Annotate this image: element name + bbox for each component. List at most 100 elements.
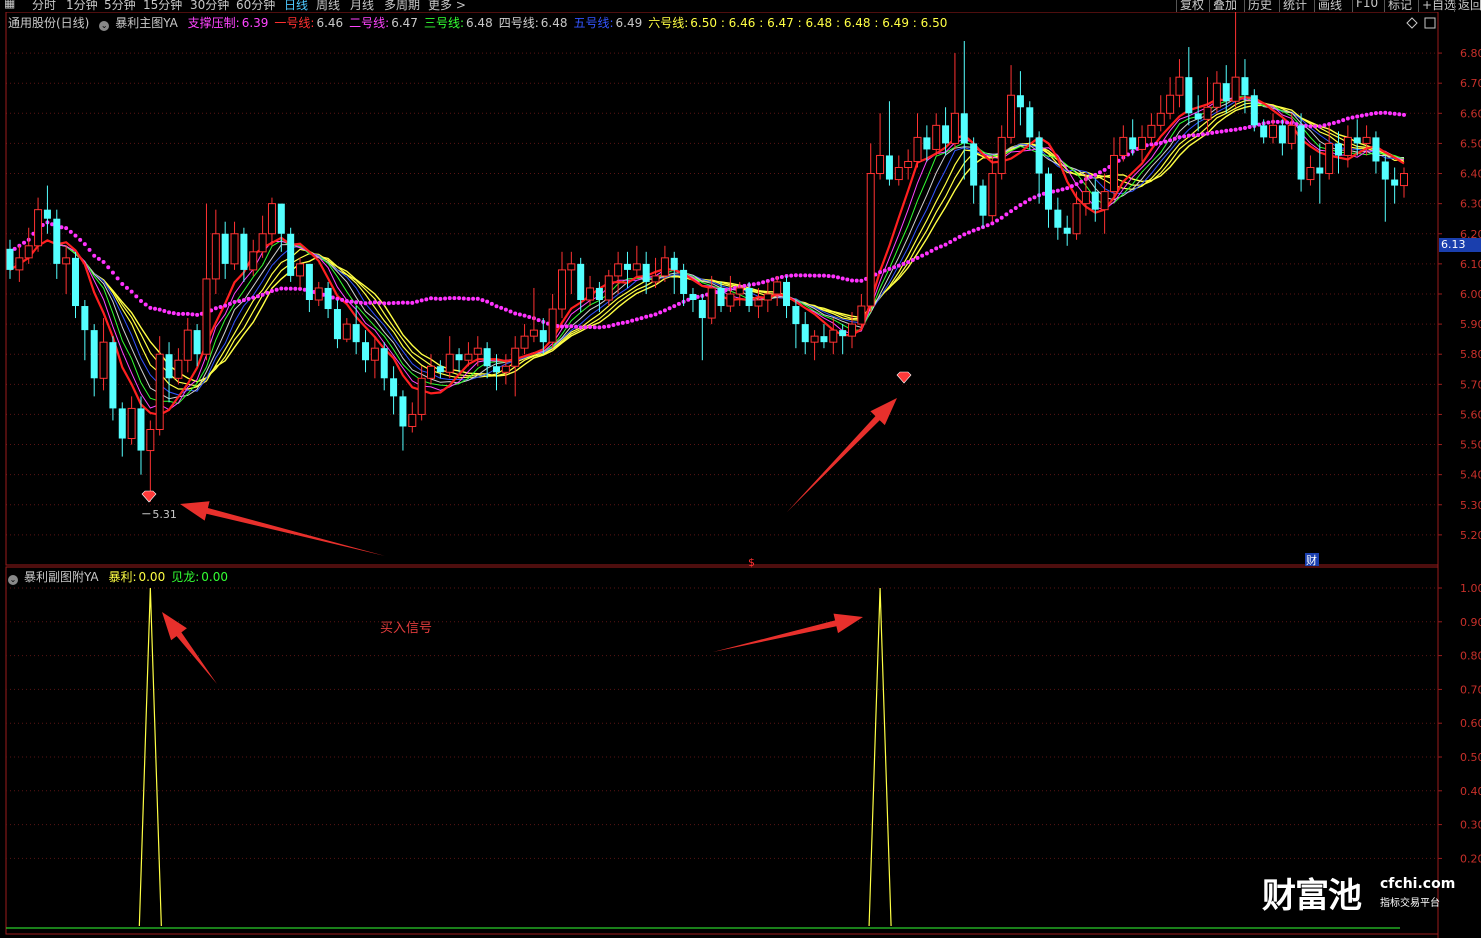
candle-body-up [866, 173, 875, 307]
watermark-tagline: 指标交易平台 [1380, 898, 1440, 909]
toolbar-button[interactable]: 历史 [1248, 0, 1272, 12]
indicator-settings-icon[interactable]: ⌄ [99, 21, 110, 31]
support-dot [157, 307, 162, 312]
indicator-line-value: 6.50 : 6.46 : 6.47 : 6.48 : 6.48 : 6.49 … [690, 16, 948, 30]
signal-spike [868, 587, 892, 927]
period-tab[interactable]: 日线 [284, 0, 308, 12]
toolbar-button[interactable]: 返回 [1458, 0, 1481, 12]
support-dot [606, 324, 611, 329]
period-tab[interactable]: 60分钟 [236, 0, 275, 12]
support-dot [246, 296, 251, 301]
period-tab[interactable]: 多周期 [384, 0, 420, 12]
candle-body-down [1063, 227, 1071, 234]
support-dot [667, 306, 672, 311]
stock-chart[interactable]: 6.806.706.606.506.406.306.206.106.005.90… [0, 0, 1481, 938]
candle-body-down [436, 366, 444, 373]
support-dot [1093, 172, 1098, 177]
sub-indicator-name[interactable]: 暴利副图附YA [24, 570, 99, 584]
candle-body-down [333, 309, 341, 340]
candle-body-up [296, 263, 305, 277]
support-dot [859, 278, 864, 283]
support-dot [878, 270, 883, 275]
candle-body-up [146, 428, 155, 452]
price-tick-label: 6.40 [1460, 168, 1481, 181]
support-dot [64, 226, 69, 231]
support-dot [648, 313, 653, 318]
support-dot [1205, 131, 1210, 136]
candle-body-up [99, 341, 108, 379]
period-tab[interactable]: 更多 > [428, 0, 466, 12]
toolbar-separator [1209, 0, 1210, 12]
price-tick-label: 5.50 [1460, 439, 1481, 452]
watermark-logo: 财富池 cfchi.com 指标交易平台 [1262, 868, 1455, 917]
support-dot [82, 242, 87, 247]
support-dot [929, 248, 934, 253]
buy-signal-annotation: 买入信号 [380, 621, 433, 636]
menu-icon[interactable]: ▦ [4, 0, 15, 10]
support-dot [1009, 209, 1014, 214]
support-dot [625, 319, 630, 324]
toolbar-button[interactable]: F10 [1356, 0, 1378, 10]
support-dot [1238, 126, 1243, 131]
support-dot [751, 282, 756, 287]
support-dot [480, 298, 485, 303]
support-dot [887, 266, 892, 271]
candle-body-up [15, 257, 24, 271]
candle-body-up [1007, 94, 1016, 138]
price-tick-label: 6.50 [1460, 137, 1481, 150]
candle-body-down [118, 408, 126, 439]
toolbar-button[interactable]: 叠加 [1213, 0, 1237, 12]
support-dot [377, 300, 382, 305]
support-dot [1383, 110, 1388, 115]
support-dot [644, 314, 649, 319]
candle-body-down [745, 287, 753, 307]
toolbar-button[interactable]: 复权 [1180, 0, 1204, 12]
candle-body-up [211, 233, 220, 280]
period-tab[interactable]: 5分钟 [104, 0, 136, 12]
sub-indicator-settings-icon[interactable]: ⌄ [8, 575, 18, 585]
price-tick-label: 5.20 [1460, 529, 1481, 542]
support-dot [475, 296, 480, 301]
candle-body-up [857, 305, 866, 325]
support-dot [274, 287, 279, 292]
support-dot [1285, 120, 1290, 125]
period-tab[interactable]: 30分钟 [190, 0, 229, 12]
support-dot [218, 304, 223, 309]
buy-signal-gem-icon [896, 371, 912, 384]
support-dot [826, 273, 831, 278]
candle-body-down [1222, 83, 1230, 102]
candle-body-up [258, 233, 267, 253]
finance-marker-label: 财 [1306, 553, 1317, 567]
period-tab[interactable]: 1分钟 [66, 0, 98, 12]
candle-body-up [604, 275, 613, 301]
toolbar-button[interactable]: 标记 [1388, 0, 1412, 12]
main-indicator-name[interactable]: 暴利主图YA [115, 16, 178, 30]
support-dot [22, 240, 27, 245]
period-tab[interactable]: 月线 [350, 0, 374, 12]
toolbar-separator [1454, 0, 1455, 12]
support-dot [611, 323, 616, 328]
candle-body-up [1203, 106, 1212, 120]
candle-body-up [62, 257, 71, 265]
period-tab[interactable]: 分时 [32, 0, 56, 12]
support-dot [1060, 187, 1065, 192]
support-dot [251, 295, 256, 300]
toolbar-button[interactable]: 统计 [1283, 0, 1307, 12]
support-dot [78, 237, 83, 242]
price-tick-label: 6.10 [1460, 258, 1481, 271]
period-tab[interactable]: 周线 [316, 0, 340, 12]
annotation-arrow [180, 501, 385, 556]
support-dot [1013, 206, 1018, 211]
candle-body-down [221, 233, 229, 264]
period-tab[interactable]: 15分钟 [143, 0, 182, 12]
toolbar-separator [1314, 0, 1315, 12]
candle-body-up [904, 160, 913, 169]
support-dot [87, 247, 92, 252]
support-dot [293, 286, 298, 291]
candle-body-up [408, 413, 417, 427]
toolbar-button[interactable]: +自选 [1422, 0, 1456, 12]
toolbar-button[interactable]: 画线 [1318, 0, 1342, 12]
sub-indicator-line-label: 暴利: [108, 570, 137, 584]
support-dot [148, 305, 153, 310]
support-dot [835, 275, 840, 280]
